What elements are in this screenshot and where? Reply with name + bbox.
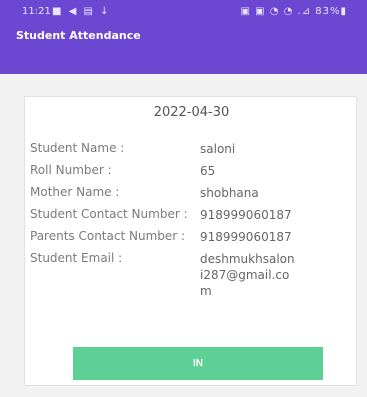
field-value: 918999060187 <box>200 230 292 244</box>
field-label: Roll Number : <box>30 163 112 177</box>
field-value: shobhana <box>200 186 259 200</box>
field-value: saloni <box>200 142 236 156</box>
field-label: Student Name : <box>30 141 125 155</box>
status-bar: 11:21 ■ ◀ ▤ ↓ ▣ ▣ ◔ ◔ .⊿ 83%▮ <box>0 0 367 24</box>
field-value: 918999060187 <box>200 208 292 222</box>
status-time: 11:21 <box>22 6 51 17</box>
in-button[interactable]: IN <box>73 347 323 380</box>
field-value: deshmukhsaloni287@gmail.com <box>200 252 295 298</box>
field-value: 65 <box>200 164 216 178</box>
attendance-date: 2022-04-30 <box>153 105 230 120</box>
attendance-card: 2022-04-30 Student Name : saloni Roll Nu… <box>24 96 357 386</box>
field-label: Student Contact Number : <box>30 207 188 221</box>
field-label: Student Email : <box>30 251 123 265</box>
system-status-icons: ▣ ▣ ◔ ◔ .⊿ 83%▮ <box>240 6 347 17</box>
field-label: Parents Contact Number : <box>30 229 186 243</box>
page-title: Student Attendance <box>16 29 141 42</box>
field-label: Mother Name : <box>30 185 120 199</box>
notification-icons: ■ ◀ ▤ ↓ <box>52 6 111 17</box>
